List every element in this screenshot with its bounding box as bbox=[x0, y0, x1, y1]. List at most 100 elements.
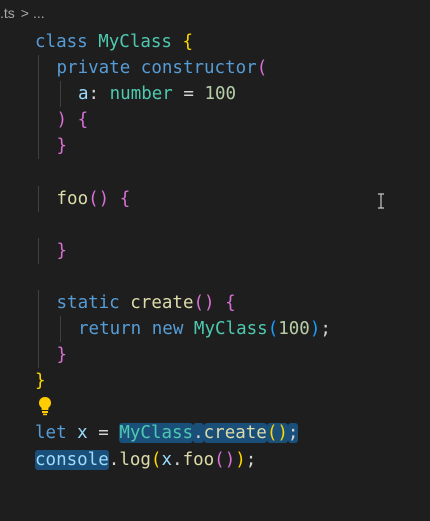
code-token: ; bbox=[287, 423, 299, 444]
code-token: a bbox=[78, 84, 89, 105]
code-line-content: return new MyClass(100); bbox=[78, 316, 331, 342]
code-token: 100 bbox=[204, 84, 237, 105]
breadcrumb-file[interactable]: .ts bbox=[0, 5, 15, 21]
code-line-content: } bbox=[57, 133, 68, 159]
code-token: number bbox=[109, 84, 173, 105]
code-token: MyClass bbox=[119, 423, 194, 444]
code-line[interactable]: return new MyClass(100); bbox=[0, 316, 430, 343]
indent-guide bbox=[38, 316, 39, 343]
code-token: . bbox=[172, 449, 183, 470]
code-token: : bbox=[88, 84, 110, 105]
code-token: () bbox=[88, 188, 110, 209]
code-token: new bbox=[151, 319, 194, 340]
code-line[interactable]: static create() { bbox=[0, 289, 430, 317]
code-line[interactable]: let x = MyClass.create(); bbox=[0, 420, 430, 446]
code-token: ( bbox=[267, 319, 279, 340]
code-token: { bbox=[77, 110, 89, 131]
code-token: = bbox=[172, 84, 205, 105]
code-token: log bbox=[119, 449, 151, 470]
indent-guide bbox=[38, 185, 39, 212]
indent-guide bbox=[38, 289, 39, 317]
code-line[interactable] bbox=[0, 159, 430, 185]
code-token: x bbox=[161, 449, 173, 470]
code-token: console bbox=[35, 449, 109, 470]
code-token: } bbox=[56, 240, 68, 261]
code-line[interactable]: ) { bbox=[0, 107, 430, 134]
code-token: return bbox=[78, 319, 152, 340]
code-token: { bbox=[225, 292, 236, 313]
text-cursor-icon bbox=[378, 193, 384, 209]
code-token: } bbox=[35, 371, 46, 392]
code-token: () bbox=[214, 449, 236, 470]
code-token: ) bbox=[309, 319, 321, 340]
code-line[interactable]: private constructor( bbox=[0, 55, 430, 82]
code-line[interactable]: a: number = 100 bbox=[0, 81, 430, 108]
indent-guide bbox=[59, 316, 61, 343]
indent-guide bbox=[59, 81, 61, 108]
code-token: ( bbox=[150, 449, 162, 470]
code-token: = bbox=[87, 423, 120, 444]
code-line-content: let x = MyClass.create(); bbox=[35, 420, 299, 446]
code-line-content: console.log(x.foo()); bbox=[35, 447, 256, 473]
code-token: foo bbox=[182, 449, 215, 470]
code-token: ) bbox=[56, 110, 68, 131]
code-token: } bbox=[56, 136, 68, 157]
code-line-content: } bbox=[57, 238, 68, 264]
code-token: () bbox=[266, 423, 288, 444]
code-line[interactable]: } bbox=[0, 133, 430, 160]
code-editor[interactable]: .ts >... class MyClass {private construct… bbox=[0, 0, 430, 521]
code-line-content: private constructor( bbox=[57, 55, 268, 81]
code-token: ) bbox=[235, 449, 246, 470]
code-line-content: ) { bbox=[57, 107, 89, 133]
code-line[interactable] bbox=[0, 394, 430, 420]
code-line[interactable]: } bbox=[0, 368, 430, 394]
code-token: MyClass bbox=[98, 32, 172, 52]
code-token: . bbox=[193, 423, 204, 444]
indent-guide bbox=[38, 55, 39, 82]
code-token: foo bbox=[56, 188, 89, 209]
lightbulb-icon[interactable] bbox=[37, 396, 53, 416]
code-line[interactable]: console.log(x.foo()); bbox=[0, 447, 430, 473]
code-token: { bbox=[119, 188, 131, 209]
code-line-content: } bbox=[35, 368, 46, 394]
code-line-content: class MyClass { bbox=[35, 29, 193, 55]
breadcrumb-separator: > bbox=[20, 5, 29, 21]
code-line[interactable] bbox=[0, 212, 430, 238]
code-token: . bbox=[108, 449, 120, 470]
code-token: MyClass bbox=[193, 319, 268, 340]
code-token: let bbox=[35, 423, 78, 444]
code-token: private bbox=[56, 58, 141, 79]
code-token: } bbox=[56, 345, 68, 366]
indent-guide bbox=[38, 81, 39, 108]
code-token: ; bbox=[245, 449, 257, 470]
code-line[interactable]: class MyClass { bbox=[0, 29, 430, 55]
code-area[interactable]: class MyClass {private constructor(a: nu… bbox=[0, 29, 430, 473]
code-line[interactable]: foo() { bbox=[0, 185, 430, 212]
code-line-content: foo() { bbox=[57, 186, 131, 212]
breadcrumb-ellipsis[interactable]: ... bbox=[33, 5, 45, 21]
code-line[interactable]: } bbox=[0, 342, 430, 369]
indent-guide bbox=[38, 342, 39, 369]
code-token: create bbox=[203, 423, 267, 444]
code-token: static bbox=[56, 292, 131, 313]
code-token: class bbox=[35, 32, 99, 52]
indent-guide bbox=[38, 237, 39, 264]
code-line-content: static create() { bbox=[57, 290, 236, 316]
code-line[interactable] bbox=[0, 264, 430, 290]
code-token: { bbox=[182, 32, 194, 52]
indent-guide bbox=[38, 133, 39, 160]
code-token: constructor bbox=[140, 58, 257, 79]
indent-guide bbox=[38, 107, 39, 134]
code-token: 100 bbox=[278, 319, 310, 340]
code-token: x bbox=[77, 423, 88, 444]
code-line-content: } bbox=[57, 342, 68, 368]
code-token: ; bbox=[320, 319, 331, 340]
breadcrumb[interactable]: .ts >... bbox=[0, 2, 45, 24]
code-token: () bbox=[193, 292, 215, 313]
code-line[interactable]: } bbox=[0, 237, 430, 264]
code-line-content: a: number = 100 bbox=[78, 81, 236, 107]
